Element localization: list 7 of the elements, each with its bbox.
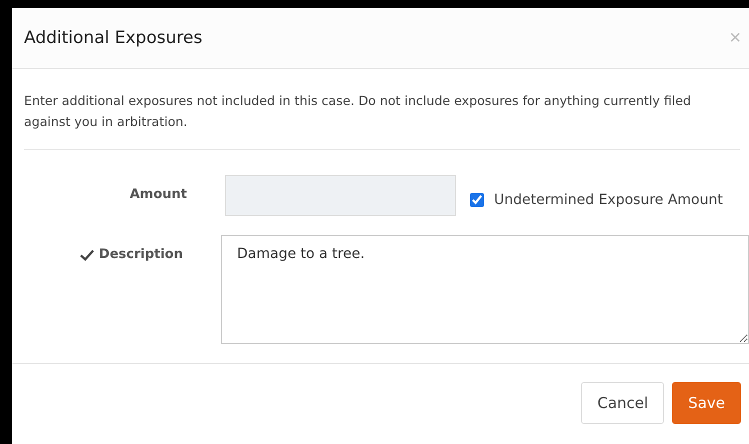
intro-text: Enter additional exposures not included in this case. Do not include exposures for anything currently filed against you in arbitration. — [24, 92, 692, 131]
checkbox-label: Undetermined Exposure Amount — [494, 192, 723, 208]
cancel-button[interactable]: Cancel — [581, 382, 664, 424]
field-label: Amount — [130, 187, 187, 202]
field-label: Description — [98, 247, 183, 262]
dialog-title: Additional Exposures — [24, 28, 202, 48]
description-field[interactable]: Damage to a tree. — [221, 235, 749, 344]
